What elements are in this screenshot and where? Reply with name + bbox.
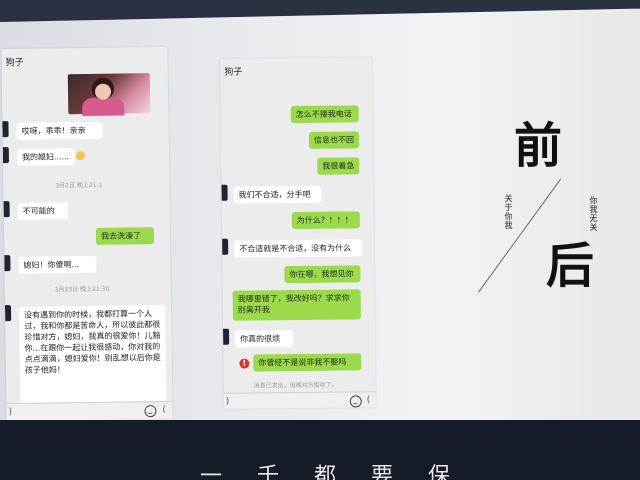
timestamp: 3月2日 晚上21:1 <box>55 181 103 190</box>
poster-title-top: 前 <box>514 118 563 174</box>
avatar <box>222 238 229 255</box>
avatar <box>2 147 10 164</box>
smile-icon[interactable] <box>144 405 157 418</box>
caption-right: 你我无关 <box>589 196 598 232</box>
message-in: 哎呀，乖乖！亲亲 <box>16 121 103 140</box>
left-chat-contact-name: 狗子 <box>5 57 24 69</box>
caption-left: 关于你我 <box>504 194 513 230</box>
message-in: 你真的很烦 <box>235 330 294 348</box>
message-out: 为什么？！！！ <box>291 211 360 230</box>
avatar <box>4 305 12 322</box>
child-photo <box>67 73 151 117</box>
photo-scene: 狗子 哎呀，乖乖！亲亲 我的媳妇...... 3月2日 晚上21:1 不可能的 … <box>0 0 640 480</box>
message-out: 我去洗澡了 <box>95 227 155 245</box>
voice-icon[interactable]: ) <box>226 397 230 407</box>
right-chat-screenshot: 狗子 怎么不接我电话 信息也不回 我很着急 我们不合适，分手吧 为什么？！！！ … <box>220 57 376 409</box>
input-bar[interactable]: ) ( <box>223 391 376 409</box>
more-icon[interactable]: ( <box>367 395 371 405</box>
avatar <box>3 201 10 218</box>
voice-icon[interactable]: ) <box>8 407 12 417</box>
avatar <box>2 121 9 138</box>
error-icon[interactable]: ! <box>239 358 250 369</box>
message-out: 信息也不回 <box>308 131 360 149</box>
message-in: 我们不合适，分手吧 <box>233 185 322 204</box>
avatar <box>222 328 230 345</box>
more-icon[interactable]: ( <box>162 405 166 415</box>
emoji-face-icon <box>75 151 85 161</box>
poster-title-bottom: 后 <box>546 238 595 294</box>
right-chat-contact-name: 狗子 <box>224 67 243 78</box>
message-in: 不可能的 <box>17 202 68 220</box>
photo-dress <box>82 97 125 117</box>
timestamp: 3月23日 晚上21:30 <box>54 285 110 294</box>
bottom-banner-text: 一 千 都 要 保 护 的 人 <box>200 464 460 480</box>
message-in: 我的媳妇...... <box>16 148 76 166</box>
avatar <box>4 255 11 272</box>
message-in: 不合适就是不合适，没有为什么 <box>234 239 363 258</box>
smile-icon[interactable] <box>349 395 362 408</box>
message-out: 你曾经不是说非我不娶吗 <box>253 353 362 372</box>
message-out: 我哪里错了，我改好吗？求求你别离开我 <box>232 289 361 321</box>
input-bar[interactable]: ) ( <box>6 400 173 422</box>
avatar <box>221 184 228 201</box>
message-out: 你在哪，我想见你 <box>284 265 361 284</box>
message-in: 没有遇到你的时候，我都打算一个人过，我和你都是苦命人，所以彼此都很珍惜对方，媳妇… <box>19 304 167 403</box>
rejected-notice: 消息已发出，但被对方拒收了。 <box>253 381 338 390</box>
message-in: 媳妇！你傻啊... <box>18 255 97 274</box>
message-out: 我很着急 <box>317 157 360 175</box>
left-chat-screenshot: 狗子 哎呀，乖乖！亲亲 我的媳妇...... 3月2日 晚上21:1 不可能的 … <box>1 46 173 422</box>
message-out: 怎么不接我电话 <box>290 105 359 124</box>
